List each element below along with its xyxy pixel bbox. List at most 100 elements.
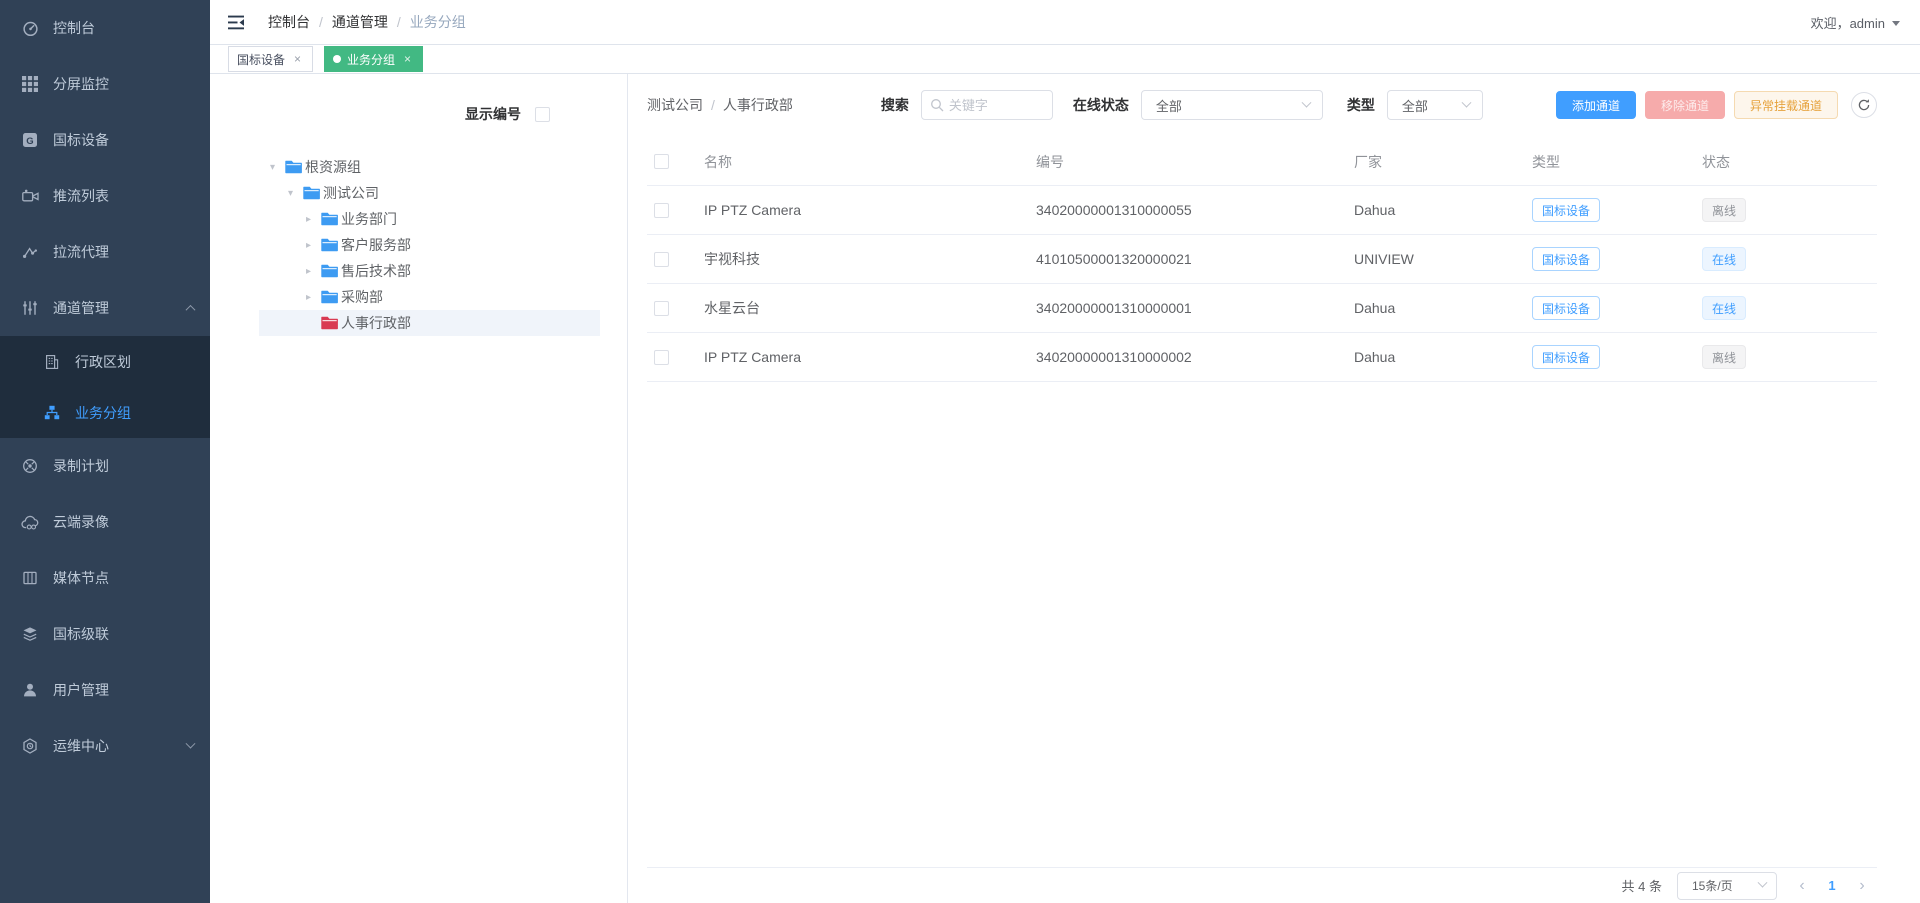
tab-business-group[interactable]: 业务分组× [324, 46, 423, 72]
sidebar-item-gb-device[interactable]: G国标设备 [0, 112, 210, 168]
tree-node[interactable]: ▾ 测试公司 [259, 180, 600, 206]
sidebar-item-label: 媒体节点 [53, 568, 109, 588]
sidebar-item-media-node[interactable]: 媒体节点 [0, 550, 210, 606]
sidebar-item-gb-cascade[interactable]: 国标级联 [0, 606, 210, 662]
caret-icon[interactable]: ▾ [270, 162, 285, 173]
chevron-up-icon [186, 304, 196, 314]
cell-type: 国标设备 [1532, 296, 1702, 320]
menu-fold-icon[interactable] [228, 14, 248, 30]
search-input[interactable] [949, 98, 1044, 113]
type-select[interactable]: 全部 [1387, 90, 1483, 120]
sidebar-menu: 控制台分屏监控G国标设备推流列表拉流代理通道管理行政区划业务分组录制计划云端录像… [0, 0, 210, 774]
row-checkbox[interactable] [654, 301, 669, 316]
caret-icon[interactable]: ▸ [306, 292, 321, 303]
sidebar-item-record-plan[interactable]: 录制计划 [0, 438, 210, 494]
group-breadcrumb: 测试公司 / 人事行政部 [647, 95, 793, 115]
type-label: 类型 [1347, 95, 1375, 115]
tree-panel: 显示编号 ▾根资源组▾测试公司▸业务部门▸客户服务部▸售后技术部▸采购部人事行政… [210, 74, 628, 903]
sidebar-item-ops-center[interactable]: 运维中心 [0, 718, 210, 774]
add-channel-button[interactable]: 添加通道 [1556, 91, 1636, 119]
folder-icon [321, 264, 338, 278]
cell-name: IP PTZ Camera [704, 349, 1036, 365]
sidebar-item-label: 录制计划 [53, 456, 109, 476]
tab-gb-device[interactable]: 国标设备× [228, 46, 313, 72]
sidebar-item-label: 国标级联 [53, 624, 109, 644]
cell-name: 水星云台 [704, 298, 1036, 318]
tree-node[interactable]: ▾根资源组 [259, 154, 600, 180]
resource-tree: ▾根资源组▾测试公司▸业务部门▸客户服务部▸售后技术部▸采购部人事行政部 [259, 154, 600, 336]
caret-icon[interactable]: ▸ [306, 214, 321, 225]
row-checkbox[interactable] [654, 203, 669, 218]
search-label: 搜索 [881, 95, 909, 115]
breadcrumb-item[interactable]: 通道管理 [332, 12, 388, 32]
show-number-row: 显示编号 [210, 74, 627, 124]
sidebar-item-label: 用户管理 [53, 680, 109, 700]
tree-node[interactable]: ▸客户服务部 [259, 232, 600, 258]
sidebar-item-cloud-record[interactable]: 云端录像 [0, 494, 210, 550]
cell-vendor: Dahua [1354, 300, 1532, 316]
tree-node[interactable]: ▸业务部门 [259, 206, 600, 232]
caret-icon[interactable]: ▾ [288, 188, 303, 199]
select-all-checkbox[interactable] [654, 154, 669, 169]
sidebar-item-district[interactable]: 行政区划 [0, 336, 210, 387]
group-breadcrumb-item[interactable]: 测试公司 [647, 95, 703, 115]
type-tag: 国标设备 [1532, 345, 1600, 369]
breadcrumb-separator: / [711, 97, 715, 113]
gb-device-icon: G [20, 131, 40, 149]
status-tag: 在线 [1702, 247, 1746, 271]
type-tag: 国标设备 [1532, 198, 1600, 222]
caret-icon[interactable]: ▸ [306, 266, 321, 277]
sidebar-item-channel-manage[interactable]: 通道管理 [0, 280, 210, 336]
cell-status: 离线 [1702, 198, 1877, 222]
cell-code: 34020000001310000001 [1036, 300, 1354, 316]
refresh-icon [1857, 98, 1871, 112]
close-icon[interactable]: × [291, 52, 304, 66]
page-size-select[interactable]: 15条/页 [1677, 872, 1777, 900]
sidebar-item-push-stream[interactable]: 推流列表 [0, 168, 210, 224]
ops-center-icon [20, 737, 40, 755]
channel-manage-icon [20, 299, 40, 317]
tree-node-label: 测试公司 [323, 183, 379, 203]
search-icon [930, 98, 944, 112]
breadcrumb-item-current: 业务分组 [410, 12, 466, 32]
sidebar-item-dashboard[interactable]: 控制台 [0, 0, 210, 56]
breadcrumb-separator: / [319, 14, 323, 30]
checkbox-cell [647, 350, 704, 365]
user-manage-icon [20, 681, 40, 699]
show-number-checkbox[interactable] [535, 107, 550, 122]
user-menu[interactable]: 欢迎，admin [1811, 13, 1900, 32]
refresh-button[interactable] [1851, 92, 1877, 118]
sidebar-item-split-screen[interactable]: 分屏监控 [0, 56, 210, 112]
breadcrumb-item[interactable]: 控制台 [268, 12, 310, 32]
tree-node[interactable]: ▸采购部 [259, 284, 600, 310]
current-page[interactable]: 1 [1817, 878, 1847, 893]
cell-status: 在线 [1702, 296, 1877, 320]
chevron-down-icon [1461, 97, 1471, 107]
caret-down-icon [1892, 21, 1900, 26]
sidebar-item-user-manage[interactable]: 用户管理 [0, 662, 210, 718]
online-status-label: 在线状态 [1073, 95, 1129, 115]
abnormal-channel-button[interactable]: 异常挂载通道 [1734, 91, 1838, 119]
row-checkbox[interactable] [654, 252, 669, 267]
search-box [921, 90, 1053, 120]
svg-text:G: G [26, 136, 33, 147]
chevron-down-icon [1758, 878, 1768, 888]
close-icon[interactable]: × [401, 52, 414, 66]
cell-status: 在线 [1702, 247, 1877, 271]
sidebar-item-business-group[interactable]: 业务分组 [0, 387, 210, 438]
pager: ‹ 1 › [1787, 878, 1877, 894]
tree-node[interactable]: ▸售后技术部 [259, 258, 600, 284]
cell-type: 国标设备 [1532, 198, 1702, 222]
online-status-select[interactable]: 全部 [1141, 90, 1323, 120]
chevron-down-icon [186, 738, 196, 748]
next-page-button[interactable]: › [1847, 878, 1877, 894]
cell-vendor: UNIVIEW [1354, 251, 1532, 267]
caret-icon[interactable]: ▸ [306, 240, 321, 251]
group-breadcrumb-item-current: 人事行政部 [723, 95, 793, 115]
remove-channel-button[interactable]: 移除通道 [1645, 91, 1725, 119]
sidebar-submenu: 行政区划业务分组 [0, 336, 210, 438]
tree-node[interactable]: 人事行政部 [259, 310, 600, 336]
prev-page-button[interactable]: ‹ [1787, 878, 1817, 894]
sidebar-item-pull-proxy[interactable]: 拉流代理 [0, 224, 210, 280]
row-checkbox[interactable] [654, 350, 669, 365]
